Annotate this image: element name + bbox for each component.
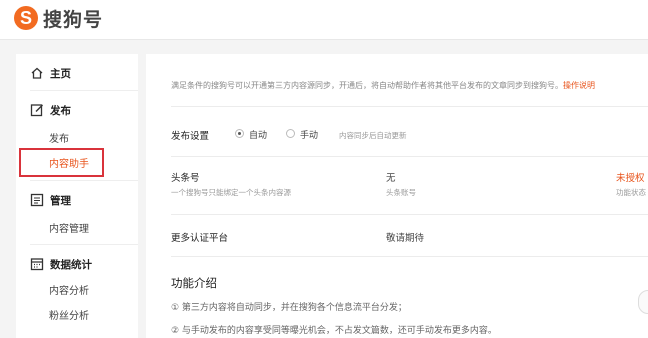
- home-icon: [31, 67, 43, 79]
- divider: [171, 106, 648, 107]
- sidebar: 主页 发布 发布 内容助手 管理 内容管理 数据统计 内容分析 粉丝分析: [16, 54, 138, 338]
- feature-item: ② 与手动发布的内容享受同等曝光机会，不占发文篇数，还可手动发布更多内容。: [171, 326, 497, 336]
- feature-item: ① 第三方内容将自动同步，并在搜狗各个信息流平台分发；: [171, 303, 407, 313]
- divider: [171, 214, 648, 215]
- document-icon: [30, 193, 44, 207]
- radio-auto[interactable]: [235, 129, 244, 138]
- features-title: 功能介绍: [171, 276, 217, 290]
- notice-text: 满足条件的搜狗号可以开通第三方内容源同步，开通后，将自动帮助作者将其他平台发布的…: [171, 80, 595, 91]
- sidebar-item-content-manage[interactable]: 内容管理: [49, 220, 89, 235]
- divider: [30, 180, 138, 181]
- sidebar-section-label: 管理: [50, 195, 71, 207]
- more-platforms-title: 更多认证平台: [171, 233, 229, 244]
- sidebar-section-manage: 管理: [16, 190, 138, 210]
- scroll-handle[interactable]: [638, 290, 648, 314]
- sidebar-item-home[interactable]: 主页: [16, 63, 138, 83]
- more-platforms-value: 敬请期待: [386, 233, 425, 244]
- sidebar-item-fans-analysis[interactable]: 粉丝分析: [49, 307, 89, 322]
- notice-body: 满足条件的搜狗号可以开通第三方内容源同步，开通后，将自动帮助作者将其他平台发布的…: [171, 81, 563, 90]
- radio-manual[interactable]: [286, 129, 295, 138]
- toutiao-subtitle: 一个搜狗号只能绑定一个头条内容源: [171, 188, 291, 197]
- sidebar-section-label: 数据统计: [50, 259, 92, 271]
- sidebar-section-label: 主页: [50, 68, 71, 80]
- divider: [30, 244, 138, 245]
- top-header: S 搜狗号: [0, 0, 648, 40]
- publish-settings-label: 发布设置: [171, 131, 210, 142]
- sidebar-section-label: 发布: [50, 105, 71, 117]
- logo-letter: S: [19, 8, 32, 28]
- toutiao-account-label: 头条账号: [386, 188, 416, 197]
- brand-name: 搜狗号: [43, 8, 104, 31]
- highlight-box: [19, 148, 104, 177]
- publish-settings-hint: 内容同步后自动更新: [339, 131, 407, 140]
- main-panel: 满足条件的搜狗号可以开通第三方内容源同步，开通后，将自动帮助作者将其他平台发布的…: [146, 54, 648, 338]
- auth-status-label: 功能状态: [616, 188, 646, 197]
- divider: [171, 256, 648, 257]
- sidebar-section-stats: 数据统计: [16, 254, 138, 274]
- auth-status[interactable]: 未授权: [616, 170, 645, 184]
- operation-guide-link[interactable]: 操作说明: [563, 81, 595, 90]
- brand-logo[interactable]: S 搜狗号: [14, 4, 103, 32]
- toutiao-title: 头条号: [171, 173, 200, 184]
- calendar-icon: [30, 258, 44, 271]
- sogou-logo-icon: S: [14, 6, 38, 30]
- sidebar-item-content-analysis[interactable]: 内容分析: [49, 282, 89, 297]
- divider: [171, 156, 648, 157]
- sidebar-item-publish[interactable]: 发布: [49, 130, 69, 145]
- radio-auto-label[interactable]: 自动: [249, 128, 267, 141]
- sidebar-section-publish: 发布: [16, 100, 138, 120]
- radio-manual-label[interactable]: 手动: [300, 128, 318, 141]
- toutiao-account-value: 无: [386, 173, 396, 184]
- divider: [30, 90, 138, 91]
- edit-icon: [30, 104, 43, 117]
